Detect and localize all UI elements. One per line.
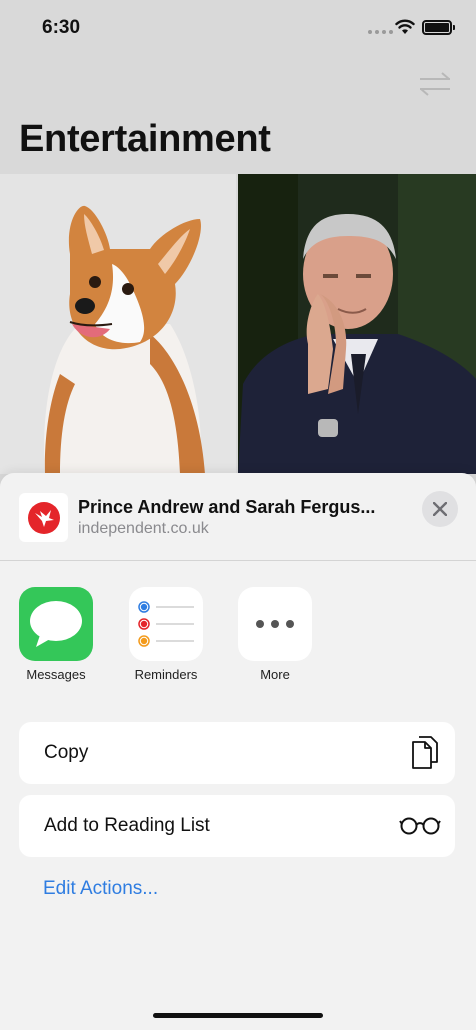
share-app-row: Messages Reminders More	[0, 587, 476, 687]
share-sheet-header: Prince Andrew and Sarah Fergus... indepe…	[0, 473, 476, 561]
glasses-icon	[399, 817, 441, 835]
copy-action[interactable]: Copy	[19, 722, 455, 784]
prince-andrew-photo[interactable]	[238, 174, 476, 474]
article-domain: independent.co.uk	[78, 520, 209, 537]
app-label-messages: Messages	[26, 667, 86, 682]
copy-action-label: Copy	[44, 742, 89, 763]
share-app-reminders[interactable]: Reminders	[121, 587, 211, 682]
share-app-more[interactable]: More	[230, 587, 320, 682]
battery-icon	[422, 20, 455, 35]
edit-actions-link[interactable]: Edit Actions...	[43, 878, 158, 900]
app-label-more: More	[260, 667, 290, 682]
close-icon	[433, 502, 447, 516]
independent-logo-icon	[19, 493, 68, 542]
reminders-icon	[129, 587, 203, 661]
wifi-icon	[395, 19, 415, 34]
close-button[interactable]	[422, 491, 458, 527]
share-sheet: Prince Andrew and Sarah Fergus... indepe…	[0, 473, 476, 1030]
page-title: Entertainment	[19, 118, 271, 160]
status-bar: 6:30	[0, 0, 476, 56]
cellular-signal-icon	[368, 30, 393, 34]
swap-icon[interactable]	[418, 70, 452, 98]
article-title: Prince Andrew and Sarah Fergus...	[78, 497, 376, 517]
reading-list-action-label: Add to Reading List	[44, 815, 210, 836]
messages-icon	[19, 587, 93, 661]
home-indicator[interactable]	[153, 1013, 323, 1018]
copy-icon	[412, 736, 438, 769]
status-time: 6:30	[42, 17, 81, 38]
app-label-reminders: Reminders	[134, 667, 198, 682]
more-icon	[238, 587, 312, 661]
add-to-reading-list-action[interactable]: Add to Reading List	[19, 795, 455, 857]
corgi-photo[interactable]	[0, 174, 236, 474]
share-app-messages[interactable]: Messages	[11, 587, 101, 682]
